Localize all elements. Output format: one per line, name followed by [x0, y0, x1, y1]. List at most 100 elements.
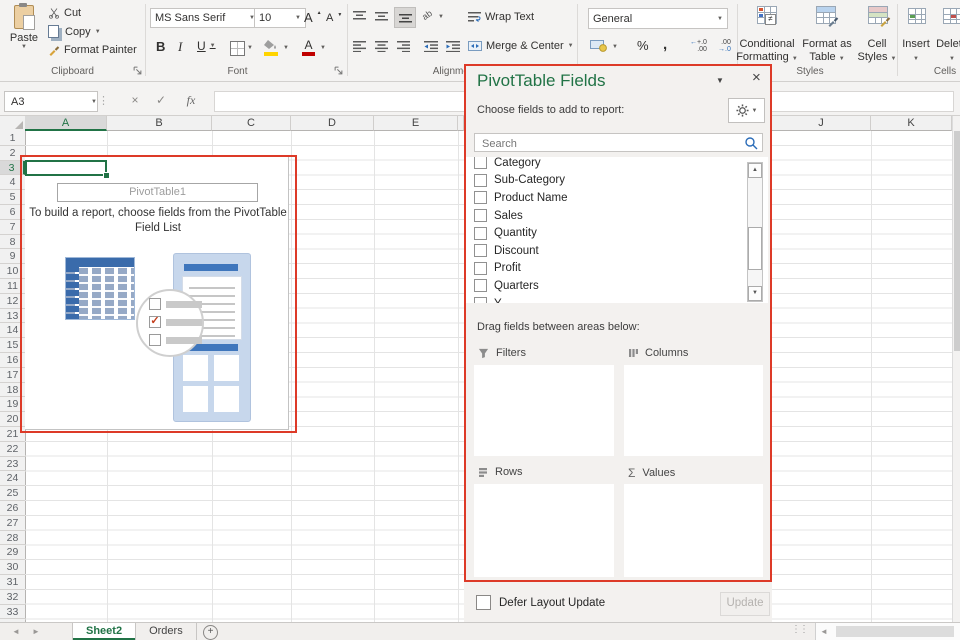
scroll-down-icon[interactable]: ▼ [748, 286, 762, 301]
row-header[interactable]: 31 [0, 575, 25, 590]
fill-handle[interactable] [103, 172, 110, 179]
row-header[interactable]: 7 [0, 220, 25, 235]
row-header[interactable]: 13 [0, 309, 25, 324]
font-name-combo[interactable]: MS Sans Serif [150, 8, 260, 28]
field-list-scrollbar[interactable]: ▲ ▼ [747, 162, 763, 302]
row-header[interactable]: 28 [0, 531, 25, 546]
row-headers[interactable]: 1234567891011121314151617181920212223242… [0, 131, 26, 622]
new-sheet-button[interactable]: + [203, 625, 218, 640]
field-list[interactable]: Category Sub-Category Product Name Sales… [466, 157, 768, 303]
column-headers-left[interactable]: ABCDE [25, 116, 464, 131]
row-header[interactable]: 8 [0, 235, 25, 250]
field-checkbox[interactable] [474, 262, 487, 275]
row-header[interactable]: 12 [0, 294, 25, 309]
row-header[interactable]: 25 [0, 486, 25, 501]
column-header[interactable]: D [291, 116, 374, 131]
search-input[interactable] [480, 135, 744, 152]
orientation-button[interactable]: ab [420, 8, 434, 22]
format-painter-button[interactable]: Format Painter [48, 44, 137, 56]
row-header[interactable]: 11 [0, 279, 25, 294]
row-header[interactable]: 2 [0, 146, 25, 161]
row-header[interactable]: 1 [0, 131, 25, 146]
name-box[interactable]: A3 [4, 91, 98, 112]
cancel-button[interactable]: × [126, 91, 144, 110]
format-as-table-button[interactable]: Format as Table [796, 38, 858, 66]
column-header[interactable]: A [25, 116, 107, 131]
row-header[interactable]: 26 [0, 501, 25, 516]
update-button[interactable]: Update [720, 592, 770, 616]
bold-button[interactable]: B [156, 39, 165, 54]
field-item[interactable]: Quarters [466, 277, 768, 295]
field-checkbox[interactable] [474, 227, 487, 240]
row-header[interactable]: 20 [0, 412, 25, 427]
field-item[interactable]: Product Name [466, 189, 768, 207]
row-header[interactable]: 6 [0, 205, 25, 220]
row-header[interactable]: 29 [0, 545, 25, 560]
merge-center-button[interactable]: Merge & Center [468, 40, 574, 52]
field-checkbox[interactable] [474, 174, 487, 187]
align-bottom-button[interactable] [394, 7, 416, 28]
increase-decimal-button[interactable]: ←+.0.00 [690, 39, 707, 53]
vertical-scrollbar-thumb[interactable] [954, 131, 960, 351]
fill-color-button[interactable] [264, 40, 278, 56]
wrap-text-button[interactable]: Wrap Text [468, 11, 534, 23]
row-header[interactable]: 23 [0, 457, 25, 472]
select-all-corner[interactable] [0, 116, 26, 132]
align-left-button[interactable] [353, 41, 366, 52]
conditional-formatting-button[interactable]: Conditional Formatting [731, 38, 803, 66]
row-header[interactable]: 4 [0, 175, 25, 190]
row-header[interactable]: 32 [0, 590, 25, 605]
search-box[interactable] [474, 133, 763, 152]
accounting-caret-icon[interactable] [612, 44, 618, 50]
orientation-caret-icon[interactable] [438, 14, 444, 20]
comma-style-button[interactable]: , [663, 36, 667, 53]
field-item[interactable]: Quantity [466, 224, 768, 242]
column-header[interactable]: C [212, 116, 291, 131]
row-header[interactable]: 9 [0, 249, 25, 264]
enter-button[interactable]: ✓ [152, 91, 170, 110]
number-format-combo[interactable]: General [588, 8, 728, 29]
align-top-button[interactable] [353, 11, 366, 22]
defer-layout-checkbox[interactable] [476, 595, 491, 610]
column-header[interactable]: J [772, 116, 871, 131]
decrease-decimal-button[interactable]: .00→.0 [718, 39, 731, 53]
row-header[interactable]: 10 [0, 264, 25, 279]
increase-font-button[interactable]: A▲ [304, 10, 322, 25]
row-header[interactable]: 16 [0, 353, 25, 368]
insert-button[interactable]: Insert [896, 38, 936, 66]
insert-function-button[interactable]: fx [182, 91, 200, 110]
copy-button[interactable]: Copy [48, 25, 101, 38]
align-middle-button[interactable] [375, 11, 388, 22]
scrollbar-thumb[interactable] [748, 227, 762, 270]
column-header[interactable]: K [871, 116, 952, 131]
scroll-left-icon[interactable]: ◄ [820, 627, 828, 636]
field-checkbox[interactable] [474, 297, 487, 303]
field-checkbox[interactable] [474, 157, 487, 169]
row-header[interactable]: 22 [0, 442, 25, 457]
active-cell-selection[interactable] [25, 160, 107, 176]
row-header[interactable]: 17 [0, 368, 25, 383]
decrease-font-button[interactable]: A▼ [326, 12, 342, 24]
row-header[interactable]: 30 [0, 560, 25, 575]
rows-drop-area[interactable] [474, 484, 614, 577]
field-checkbox[interactable] [474, 209, 487, 222]
row-header[interactable]: 24 [0, 471, 25, 486]
row-header[interactable]: 3 [0, 161, 25, 176]
cell-styles-button[interactable]: Cell Styles [856, 38, 898, 66]
accounting-format-button[interactable] [590, 39, 608, 52]
values-drop-area[interactable] [624, 484, 763, 577]
column-header[interactable]: B [107, 116, 212, 131]
row-header[interactable]: 14 [0, 323, 25, 338]
decrease-indent-button[interactable] [424, 41, 438, 52]
columns-drop-area[interactable] [624, 365, 763, 456]
row-header[interactable]: 21 [0, 427, 25, 442]
field-checkbox[interactable] [474, 191, 487, 204]
next-sheet-icon[interactable]: ► [32, 627, 40, 636]
align-center-button[interactable] [375, 41, 388, 52]
vertical-scrollbar[interactable] [952, 116, 960, 622]
horizontal-scrollbar-thumb[interactable] [836, 626, 954, 637]
formula-bar-splitter[interactable]: ⋮ [98, 94, 109, 107]
borders-icon[interactable] [230, 41, 245, 56]
delete-button[interactable]: Delete [932, 38, 960, 66]
italic-button[interactable]: I [178, 39, 182, 55]
